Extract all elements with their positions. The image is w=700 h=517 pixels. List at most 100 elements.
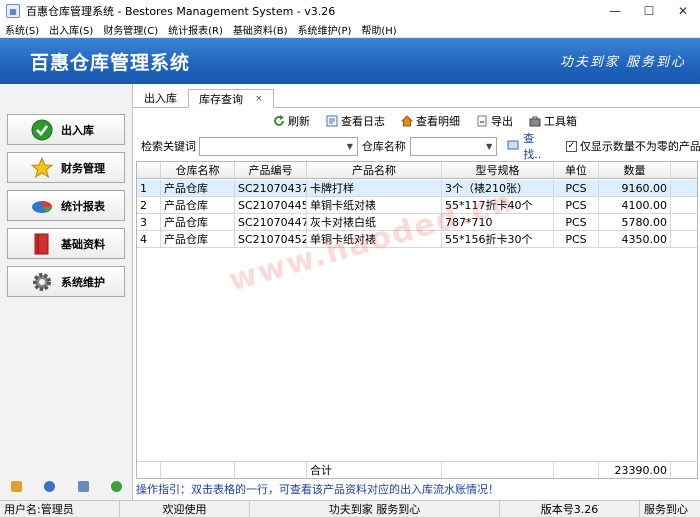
- toolbox-button[interactable]: 工具箱: [529, 113, 577, 129]
- status-bar: 用户名:管理员 欢迎使用 功夫到家 服务到心 版本号3.26 服务到心: [0, 500, 700, 517]
- menu-reports[interactable]: 统计报表(R): [163, 22, 228, 37]
- table-cell: [442, 462, 554, 478]
- tab-inventory-query[interactable]: 库存查询 ×: [188, 89, 274, 108]
- table-total-row: 合计 23390.00: [137, 461, 697, 478]
- gear-icon: [31, 271, 53, 293]
- table-cell: PCS: [554, 231, 599, 248]
- view-log-button[interactable]: 查看日志: [326, 113, 385, 129]
- table-cell: 4100.00: [599, 197, 671, 214]
- table-cell: 4350.00: [599, 231, 671, 248]
- column-header[interactable]: 数量: [599, 162, 671, 179]
- export-button[interactable]: 导出: [476, 113, 513, 129]
- table-row[interactable]: 1 产品仓库 SC21070437 卡牌打样 3个（裱210张） PCS 916…: [137, 180, 697, 197]
- star-icon: [31, 156, 53, 179]
- close-icon[interactable]: ×: [255, 94, 263, 104]
- edit-icon[interactable]: [11, 480, 23, 492]
- column-header[interactable]: [137, 162, 161, 179]
- column-header[interactable]: 仓库名称: [161, 162, 235, 179]
- add-icon[interactable]: [110, 480, 122, 492]
- column-header[interactable]: 单位: [554, 162, 599, 179]
- menu-bar: 系统(S) 出入库(S) 财务管理(C) 统计报表(R) 基础资料(B) 系统维…: [0, 22, 700, 38]
- menu-system[interactable]: 系统(S): [0, 22, 44, 37]
- minimize-button[interactable]: —: [598, 0, 632, 22]
- tab-stock-in-out[interactable]: 出入库: [133, 88, 188, 107]
- table-cell-filler: [671, 180, 697, 197]
- find-button[interactable]: 查找..: [507, 130, 552, 162]
- tab-bar: 出入库 库存查询 ×: [133, 88, 700, 108]
- table-cell: [554, 462, 599, 478]
- total-value: 23390.00: [599, 462, 671, 478]
- sidebar-button-label: 系统维护: [61, 275, 105, 289]
- refresh-button[interactable]: 刷新: [273, 113, 310, 129]
- home-icon: [401, 115, 413, 127]
- export-label: 导出: [491, 115, 513, 128]
- table-cell: 产品仓库: [161, 231, 235, 248]
- table-cell: PCS: [554, 214, 599, 231]
- pie-chart-icon: [31, 195, 53, 217]
- book-icon: [31, 233, 53, 255]
- status-version: 版本号3.26: [500, 500, 640, 517]
- maximize-button[interactable]: ☐: [632, 0, 666, 22]
- table-cell: 卡牌打样: [307, 180, 442, 197]
- warehouse-label: 仓库名称: [361, 140, 406, 153]
- view-log-label: 查看日志: [341, 115, 385, 128]
- operation-guide: 操作指引：双击表格的一行，可查看该产品资料对应的出入库流水账情况！: [136, 483, 499, 496]
- table-cell: [235, 462, 307, 478]
- table-cell: 产品仓库: [161, 214, 235, 231]
- sidebar-button-maintenance[interactable]: 系统维护: [7, 266, 125, 297]
- view-detail-label: 查看明细: [416, 115, 460, 128]
- menu-stock-in-out[interactable]: 出入库(S): [44, 22, 98, 37]
- table-cell: SC21070437: [235, 180, 307, 197]
- check-icon: [31, 119, 53, 141]
- table-header-row: 仓库名称 产品编号 产品名称 型号规格 单位 数量: [137, 162, 697, 179]
- sidebar: 出入库 财务管理 统计报表 基础资料 系统维护: [0, 84, 133, 500]
- status-welcome: 欢迎使用: [120, 500, 250, 517]
- keyword-label: 检索关键词: [141, 140, 196, 153]
- sidebar-footer: [0, 476, 133, 496]
- column-header[interactable]: 产品名称: [307, 162, 442, 179]
- total-label: 合计: [307, 462, 442, 478]
- menu-help[interactable]: 帮助(H): [356, 22, 401, 37]
- find-icon: [507, 139, 519, 154]
- menu-basic-data[interactable]: 基础资料(B): [228, 22, 293, 37]
- app-icon: ▦: [6, 4, 20, 18]
- export-icon: [476, 115, 488, 127]
- table-cell: SC21070445: [235, 197, 307, 214]
- row-number: 4: [137, 231, 161, 248]
- toolbar: 刷新 查看日志 查看明细 导出 工具箱: [273, 111, 593, 131]
- find-label: 查找..: [523, 132, 542, 161]
- clock-icon[interactable]: [44, 480, 56, 492]
- table-cell: PCS: [554, 180, 599, 197]
- sidebar-button-stock-in-out[interactable]: 出入库: [7, 114, 125, 145]
- column-header[interactable]: 型号规格: [442, 162, 554, 179]
- close-button[interactable]: ✕: [666, 0, 700, 22]
- menu-maintenance[interactable]: 系统维护(P): [293, 22, 357, 37]
- refresh-icon: [273, 115, 285, 127]
- status-slogan: 功夫到家 服务到心: [250, 500, 500, 517]
- header-banner: 百惠仓库管理系统 功夫到家 服务到心: [0, 38, 700, 84]
- sidebar-button-reports[interactable]: 统计报表: [7, 190, 125, 221]
- chevron-down-icon[interactable]: ▼: [486, 142, 492, 151]
- menu-finance[interactable]: 财务管理(C): [98, 22, 163, 37]
- main-panel: 出入库 库存查询 × 刷新 查看日志 查看明细 导出 工具箱 检索关键词 ▼ 仓…: [133, 84, 700, 500]
- table-cell: PCS: [554, 197, 599, 214]
- keyword-combo[interactable]: ▼: [199, 136, 358, 156]
- log-icon: [326, 115, 338, 127]
- warehouse-combo[interactable]: ▼: [409, 136, 498, 156]
- row-number: 2: [137, 197, 161, 214]
- sidebar-button-basic-data[interactable]: 基础资料: [7, 228, 125, 259]
- table-cell-filler: [671, 462, 697, 478]
- search-icon[interactable]: [77, 480, 89, 492]
- table-cell-filler: [671, 231, 697, 248]
- sidebar-button-finance[interactable]: 财务管理: [7, 152, 125, 183]
- nonzero-checkbox-label: 仅显示数量不为零的产品: [579, 140, 700, 153]
- title-bar: ▦ 百惠仓库管理系统 - Bestores Management System …: [0, 0, 700, 22]
- chevron-down-icon[interactable]: ▼: [347, 142, 353, 151]
- column-header[interactable]: 产品编号: [235, 162, 307, 179]
- nonzero-checkbox[interactable]: ✓: [565, 140, 577, 152]
- status-user: 用户名:管理员: [0, 500, 120, 517]
- banner-title: 百惠仓库管理系统: [30, 52, 191, 74]
- view-detail-button[interactable]: 查看明细: [401, 113, 460, 129]
- window-controls: — ☐ ✕: [598, 0, 700, 22]
- sidebar-button-label: 统计报表: [61, 199, 105, 213]
